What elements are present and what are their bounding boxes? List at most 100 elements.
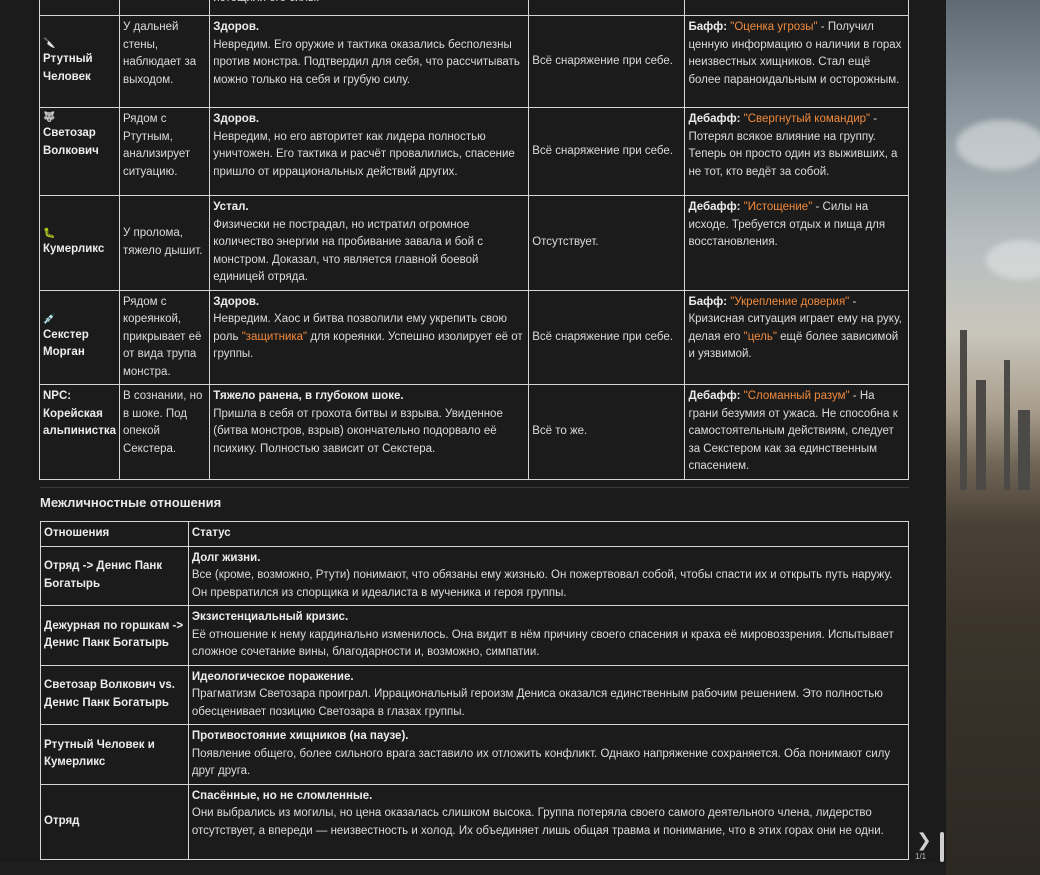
character-name-cell: 💉 Секстер Морган [39,289,120,385]
character-equipment: Всё снаряжение при себе. [528,289,686,385]
effect-name: "Свергнутый командир" [743,113,871,125]
state-text: Пришла в себя от грохота битвы и взрыва.… [213,407,503,455]
effect-type: Дебафф: [688,390,741,402]
table-row: Ртутный Человек и Кумерликс Противостоян… [40,724,910,785]
state-text: Невредим. Его оружие и тактика оказались… [213,38,520,86]
character-name: Светозар Волкович [43,127,99,157]
section-divider [40,487,909,488]
status-title: Идеологическое поражение. [191,670,354,683]
page-counter: 1/1 [915,852,927,861]
character-location: Рядом с кореянкой, прикрывает её от вида… [118,289,211,385]
character-state: Тяжело ранена, в глубоком шоке. Пришла в… [209,384,530,480]
state-title: Устал. [213,201,249,213]
character-state: Здоров. Невредим. Хаос и битва позволили… [209,289,530,385]
status-title: Долг жизни. [191,551,261,564]
table-row: истощили его силы. [39,0,909,16]
state-title: Здоров. [213,295,260,308]
status-title: Противостояние хищников (на паузе). [191,730,409,742]
character-location: Рядом с Ртутным, анализирует ситуацию. [118,107,211,196]
character-name: Секстер Морган [43,328,89,359]
relation-name: Светозар Волкович vs. Денис Панк Богатыр… [40,664,189,725]
character-name: Ртутный Человек [43,53,93,83]
document-view: истощили его силы. 🔪 Ртутный Человек У д… [0,0,946,875]
character-effect: Дебафф: "Свергнутый командир" - Потерял … [684,107,909,196]
state-title: Здоров. [213,21,260,33]
character-effect: Дебафф: "Сломанный разум" - На грани без… [684,384,909,480]
table-row: Дежурная по горшкам -> Денис Панк Богаты… [40,605,910,666]
character-name-cell: 🐛 Кумерликс [39,195,120,291]
column-header-relation: Отношения [40,521,189,547]
table-row: NPC: Корейская альпинистка В сознании, н… [39,384,909,480]
effect-type: Бафф: [688,295,728,308]
status-title: Спасённые, но не сломленные. [191,789,373,802]
character-state: Здоров. Невредим, но его авторитет как л… [209,107,530,196]
character-equipment: Всё снаряжение при себе. [528,15,686,108]
character-state: Устал. Физически не пострадал, но истрат… [209,195,530,291]
character-equipment: Отсутствует. [528,195,686,291]
character-name: Кумерликс [43,243,105,255]
bottom-toolbar [0,862,946,875]
character-equipment: Всё снаряжение при себе. [528,107,686,196]
character-location: У дальней стены, наблюдает за выходом. [118,15,211,108]
scrollbar-thumb[interactable] [940,832,944,862]
effect-type: Дебафф: [688,113,741,125]
table-row: Отряд -> Денис Панк Богатырь Долг жизни.… [40,545,910,606]
effect-name: "Укрепление доверия" [730,295,850,308]
character-name: NPC: Корейская альпинистка [43,390,116,437]
next-page-icon[interactable]: ❯ [915,829,933,851]
table-row: 🐛 Кумерликс У пролома, тяжело дышит. Уст… [39,195,909,291]
desktop-wallpaper [946,0,1040,875]
status-text: Они выбрались из могилы, но цена оказала… [191,807,884,837]
state-text: Невредим, но его авторитет как лидера по… [213,130,515,178]
status-text: Появление общего, более сильного врага з… [191,747,891,778]
table-row: 💉 Секстер Морган Рядом с кореянкой, прик… [39,289,909,385]
row-fragment-text: истощили его силы. [209,0,530,16]
character-name-cell: 🔪 Ртутный Человек [39,15,120,108]
effect-name: "Истощение" [743,201,813,213]
table-row: 🔪 Ртутный Человек У дальней стены, наблю… [39,15,909,108]
effect-type: Бафф: [688,21,728,33]
status-text: Все (кроме, возможно, Ртути) понимают, ч… [191,569,893,599]
character-effect: Бафф: "Укрепление доверия" - Кризисная с… [684,289,909,385]
status-title: Экзистенциальный кризис. [191,611,349,623]
relation-status: Противостояние хищников (на паузе). Появ… [187,724,910,785]
state-title: Здоров. [213,113,260,125]
character-effect: Бафф: "Оценка угрозы" - Получил ценную и… [684,15,909,108]
character-name-cell: NPC: Корейская альпинистка [39,384,120,480]
knife-icon: 🔪 [43,38,56,49]
character-state: Здоров. Невредим. Его оружие и тактика о… [209,15,530,108]
relation-status: Спасённые, но не сломленные. Они выбрали… [187,783,910,860]
state-highlight: "защитника" [241,330,308,343]
relation-name: Отряд [40,783,189,860]
table-row: Отряд Спасённые, но не сломленные. Они в… [40,783,910,860]
relation-status: Идеологическое поражение. Прагматизм Све… [187,664,910,725]
effect-text: - На грани безумия от ужаса. Не способна… [688,390,898,472]
character-location: В сознании, но в шоке. Под опекой Сексте… [118,384,211,480]
relation-name: Ртутный Человек и Кумерликс [40,724,189,785]
character-name-cell: 🐺 Светозар Волкович [39,107,120,196]
status-text: Её отношение к нему кардинально изменило… [191,628,894,659]
state-text: Физически не пострадал, но истратил огро… [213,218,483,284]
effect-type: Дебафф: [688,201,741,213]
effect-highlight: "цель" [743,330,777,343]
relation-status: Экзистенциальный кризис. Её отношение к … [187,605,910,666]
worm-icon: 🐛 [43,228,56,239]
relations-table: Отношения Статус Отряд -> Денис Панк Бог… [40,521,910,860]
character-location: У пролома, тяжело дышит. [118,195,211,291]
relation-name: Отряд -> Денис Панк Богатырь [40,545,189,606]
table-row: Светозар Волкович vs. Денис Панк Богатыр… [40,664,910,725]
character-effect: Дебафф: "Истощение" - Силы на исходе. Тр… [684,195,909,291]
section-title: Межличностные отношения [40,495,222,510]
syringe-icon: 💉 [43,313,56,325]
status-text: Прагматизм Светозара проиграл. Иррациона… [191,688,883,718]
state-title: Тяжело ранена, в глубоком шоке. [213,390,404,402]
table-row: 🐺 Светозар Волкович Рядом с Ртутным, ана… [39,107,909,196]
effect-name: "Сломанный разум" [743,390,850,402]
relation-name: Дежурная по горшкам -> Денис Панк Богаты… [40,605,189,666]
relation-status: Долг жизни. Все (кроме, возможно, Ртути)… [187,545,910,606]
wolf-icon: 🐺 [43,112,56,123]
character-equipment: Всё то же. [528,384,686,480]
characters-table: истощили его силы. 🔪 Ртутный Человек У д… [39,0,909,480]
table-header-row: Отношения Статус [40,521,910,547]
effect-name: "Оценка угрозы" [730,21,818,33]
